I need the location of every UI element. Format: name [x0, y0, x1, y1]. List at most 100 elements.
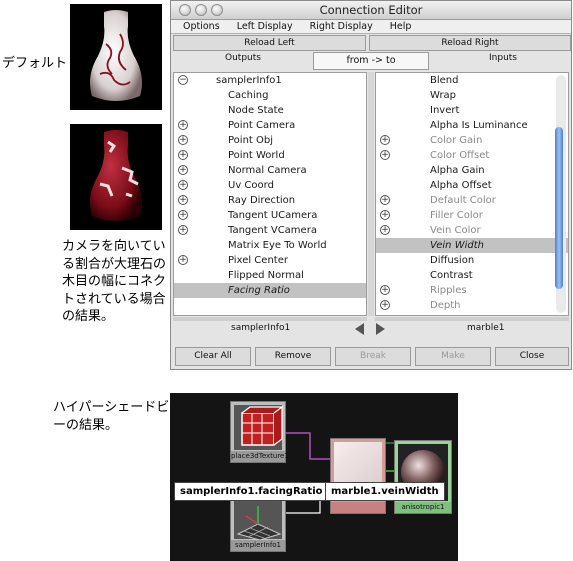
outputs-item-label: Caching [228, 90, 269, 101]
inputs-item-label: Blend [430, 75, 459, 86]
break-button[interactable]: Break [335, 347, 411, 366]
right-node-name: marble1 [467, 323, 505, 333]
outputs-hscroll[interactable] [173, 317, 367, 321]
anisotropic-node[interactable]: anisotropic1 [394, 440, 452, 514]
inputs-list-item[interactable]: + Depth [376, 298, 568, 313]
outputs-item-label: Tangent VCamera [228, 225, 317, 236]
grid-icon [236, 506, 282, 541]
menu-help[interactable]: Help [390, 21, 412, 32]
expand-icon[interactable]: + [380, 225, 390, 235]
reload-right-button[interactable]: Reload Right [369, 35, 571, 51]
menu-right-display[interactable]: Right Display [310, 21, 373, 32]
title-bar[interactable]: Connection Editor [171, 1, 571, 20]
window-title: Connection Editor [319, 3, 423, 17]
outputs-list-item[interactable]: + Ray Direction [174, 193, 366, 208]
inputs-list-item[interactable]: + Ripples [376, 283, 568, 298]
outputs-item-label: Matrix Eye To World [228, 240, 327, 251]
inputs-item-label: Diffusion [430, 255, 475, 266]
inputs-list-item[interactable]: Invert [376, 103, 568, 118]
load-left-arrow-icon[interactable] [355, 323, 364, 335]
make-button[interactable]: Make [415, 347, 491, 366]
inputs-item-label: Filler Color [430, 210, 483, 221]
expand-icon[interactable]: + [178, 210, 188, 220]
expand-icon[interactable]: + [178, 120, 188, 130]
outputs-list-item[interactable]: + Point Obj [174, 133, 366, 148]
inputs-list-item[interactable]: Contrast [376, 268, 568, 283]
inputs-item-label: Color Gain [430, 135, 483, 146]
inputs-list-item[interactable]: Alpha Offset [376, 178, 568, 193]
clear-all-button[interactable]: Clear All [175, 347, 251, 366]
outputs-list-item[interactable]: + Tangent VCamera [174, 223, 366, 238]
inputs-list-item[interactable]: + Vein Color [376, 223, 568, 238]
outputs-list-item[interactable]: + Uv Coord [174, 178, 366, 193]
load-right-arrow-icon[interactable] [376, 323, 385, 335]
remove-button[interactable]: Remove [255, 347, 331, 366]
menu-options[interactable]: Options [183, 21, 220, 32]
collapse-icon[interactable]: − [178, 75, 188, 85]
marble-label [331, 502, 385, 513]
expand-icon[interactable]: + [178, 150, 188, 160]
outputs-list-item[interactable]: + Point Camera [174, 118, 366, 133]
hypershade-view: place3dTexture1 anisotropic1 samplerInfo… [170, 393, 458, 561]
inputs-item-label: Alpha Gain [430, 165, 485, 176]
samplerinfo-node[interactable]: samplerInfo1 [230, 494, 286, 552]
inputs-list-item[interactable]: + Filler Color [376, 208, 568, 223]
pane-divider[interactable] [368, 72, 374, 316]
connection-editor-window: Connection Editor Options Left Display R… [170, 0, 572, 370]
inputs-scrollbar[interactable] [555, 75, 566, 313]
action-buttons: Clear All Remove Break Make Close [175, 347, 569, 366]
outputs-list-item[interactable]: Node State [174, 103, 366, 118]
outputs-list-item[interactable]: + Pixel Center [174, 253, 366, 268]
expand-icon[interactable]: + [178, 135, 188, 145]
default-caption: デフォルト [2, 56, 68, 71]
outputs-list-item[interactable]: Caching [174, 88, 366, 103]
outputs-list-item[interactable]: − samplerInfo1 [174, 73, 366, 88]
vase-result-image [90, 130, 142, 221]
inputs-list-item[interactable]: + Default Color [376, 193, 568, 208]
inputs-scrollbar-thumb[interactable] [555, 127, 563, 289]
inputs-list-item[interactable]: Diffusion [376, 253, 568, 268]
inputs-list-item[interactable]: Alpha Gain [376, 163, 568, 178]
outputs-item-label: samplerInfo1 [216, 75, 282, 86]
inputs-list-item[interactable]: Wrap [376, 88, 568, 103]
outputs-list-item[interactable]: Matrix Eye To World [174, 238, 366, 253]
reload-left-button[interactable]: Reload Left [173, 35, 366, 51]
sampler-label: samplerInfo1 [231, 540, 285, 551]
expand-icon[interactable]: + [178, 225, 188, 235]
expand-icon[interactable]: + [380, 135, 390, 145]
from-to-toggle[interactable]: from -> to [313, 52, 429, 70]
expand-icon[interactable]: + [380, 285, 390, 295]
close-button[interactable]: Close [495, 347, 569, 366]
expand-icon[interactable]: + [380, 150, 390, 160]
expand-icon[interactable]: + [380, 195, 390, 205]
expand-icon[interactable]: + [178, 180, 188, 190]
marble-node[interactable] [330, 438, 386, 514]
outputs-list-item[interactable]: + Point World [174, 148, 366, 163]
inputs-list-item[interactable]: + Color Gain [376, 133, 568, 148]
outputs-list-item[interactable]: Facing Ratio [174, 283, 366, 298]
place3dtexture-node[interactable]: place3dTexture1 [230, 401, 289, 463]
menu-left-display[interactable]: Left Display [237, 21, 293, 32]
outputs-list-item[interactable]: + Tangent UCamera [174, 208, 366, 223]
inputs-header: Inputs [489, 53, 517, 63]
anisotropic-label: anisotropic1 [395, 502, 451, 513]
outputs-item-label: Point Obj [228, 135, 274, 146]
expand-icon[interactable]: + [178, 255, 188, 265]
expand-icon[interactable]: + [380, 210, 390, 220]
inputs-list-item[interactable]: Alpha Is Luminance [376, 118, 568, 133]
outputs-list-item[interactable]: Flipped Normal [174, 268, 366, 283]
inputs-item-label: Ripples [430, 285, 467, 296]
expand-icon[interactable]: + [178, 195, 188, 205]
inputs-list-item[interactable]: Vein Width [376, 238, 568, 253]
expand-icon[interactable]: + [178, 165, 188, 175]
outputs-list-item[interactable]: + Normal Camera [174, 163, 366, 178]
inputs-list-item[interactable]: + Color Offset [376, 148, 568, 163]
expand-icon[interactable]: + [380, 300, 390, 310]
inputs-list[interactable]: Blend Wrap Invert Alpha Is Luminance + Color … [375, 72, 569, 316]
inputs-hscroll[interactable] [375, 317, 569, 321]
inputs-list-item[interactable]: Blend [376, 73, 568, 88]
outputs-item-label: Uv Coord [228, 180, 274, 191]
inputs-item-label: Invert [430, 105, 460, 116]
outputs-list[interactable]: − samplerInfo1 Caching Node State + Point Cam… [173, 72, 367, 316]
left-node-name: samplerInfo1 [231, 323, 291, 333]
